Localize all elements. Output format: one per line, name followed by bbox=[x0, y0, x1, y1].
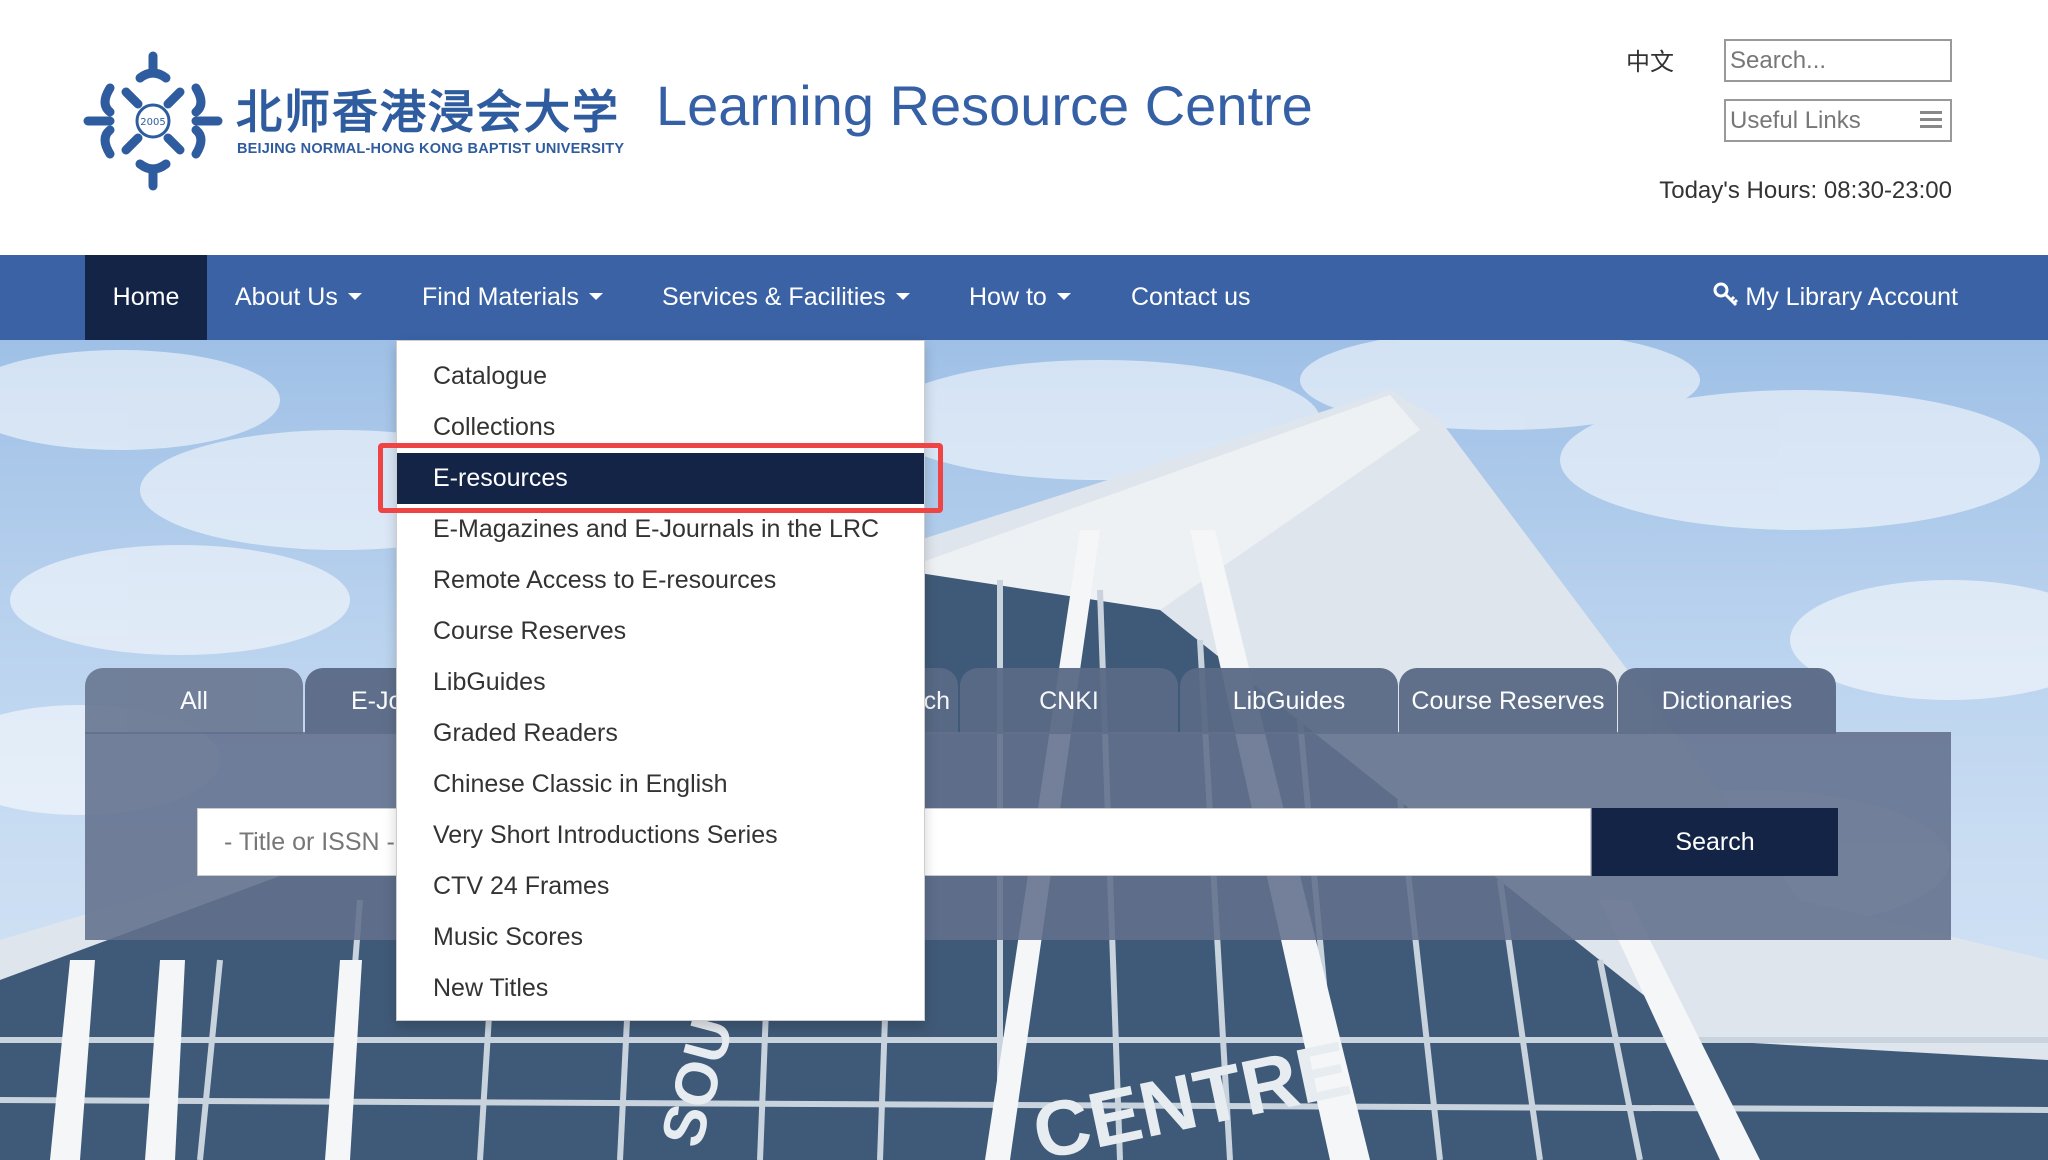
nav-about-label: About Us bbox=[235, 283, 338, 311]
dropdown-item-music-scores[interactable]: Music Scores bbox=[397, 912, 924, 963]
dropdown-item-new-titles[interactable]: New Titles bbox=[397, 963, 924, 1014]
dropdown-item-collections[interactable]: Collections bbox=[397, 402, 924, 453]
nav-find-materials[interactable]: Find Materials bbox=[422, 255, 603, 340]
nav-home[interactable]: Home bbox=[85, 255, 207, 340]
useful-links-select[interactable]: Useful Links bbox=[1724, 99, 1952, 142]
tab-label: All bbox=[180, 687, 208, 715]
search-tab-cnki[interactable]: CNKI bbox=[960, 668, 1178, 734]
logo-english-name[interactable]: BEIJING NORMAL-HONG KONG BAPTIST UNIVERS… bbox=[237, 141, 624, 157]
site-title[interactable]: Learning Resource Centre bbox=[656, 73, 1313, 138]
dropdown-item-ctv-24-frames[interactable]: CTV 24 Frames bbox=[397, 861, 924, 912]
svg-text:2005: 2005 bbox=[140, 117, 165, 128]
nav-about-us[interactable]: About Us bbox=[235, 255, 362, 340]
dropdown-item-remote-access-to-e-resources[interactable]: Remote Access to E-resources bbox=[397, 555, 924, 606]
dropdown-item-course-reserves[interactable]: Course Reserves bbox=[397, 606, 924, 657]
university-logo-icon[interactable]: 2005 bbox=[80, 48, 226, 194]
tab-label: Course Reserves bbox=[1411, 687, 1605, 715]
caret-down-icon bbox=[347, 292, 362, 300]
caret-down-icon bbox=[589, 292, 603, 300]
search-panel: Search bbox=[85, 732, 1951, 940]
dropdown-item-libguides[interactable]: LibGuides bbox=[397, 657, 924, 708]
dropdown-item-e-resources[interactable]: E-resources bbox=[397, 453, 924, 504]
nav-services-facilities[interactable]: Services & Facilities bbox=[662, 255, 910, 340]
site-header: 2005 北师香港浸会大学 BEIJING NORMAL-HONG KONG B… bbox=[0, 0, 2048, 255]
logo-chinese-name[interactable]: 北师香港浸会大学 bbox=[236, 76, 620, 142]
dropdown-item-very-short-introductions-series[interactable]: Very Short Introductions Series bbox=[397, 810, 924, 861]
tab-label: ch bbox=[923, 687, 950, 715]
hamburger-menu-icon bbox=[1920, 111, 1942, 131]
key-icon bbox=[1713, 282, 1739, 307]
nav-howto-label: How to bbox=[969, 283, 1047, 311]
dropdown-item-graded-readers[interactable]: Graded Readers bbox=[397, 708, 924, 759]
useful-links-label: Useful Links bbox=[1730, 107, 1861, 134]
search-tab-course-reserves[interactable]: Course Reserves bbox=[1399, 668, 1617, 734]
my-library-account-link[interactable]: My Library Account bbox=[1713, 255, 1958, 340]
tab-label: Dictionaries bbox=[1661, 687, 1793, 715]
opening-hours-text: Today's Hours: 08:30-23:00 bbox=[1659, 177, 1952, 204]
dropdown-item-chinese-classic-in-english[interactable]: Chinese Classic in English bbox=[397, 759, 924, 810]
search-tab-dictionaries[interactable]: Dictionaries bbox=[1618, 668, 1836, 734]
caret-down-icon bbox=[1056, 292, 1071, 300]
nav-home-label: Home bbox=[112, 283, 180, 311]
language-toggle-link[interactable]: 中文 bbox=[1626, 42, 1674, 77]
nav-services-label: Services & Facilities bbox=[662, 283, 886, 311]
hero-banner: SOUR CENTRE All E-Jo ch CNKI LibGuides C… bbox=[0, 340, 2048, 1160]
site-search-input[interactable] bbox=[1724, 39, 1952, 82]
caret-down-icon bbox=[895, 292, 910, 300]
tab-label: E-Jo bbox=[351, 687, 403, 715]
nav-how-to[interactable]: How to bbox=[969, 255, 1071, 340]
search-tab-all[interactable]: All bbox=[85, 668, 303, 734]
tab-label: LibGuides bbox=[1232, 687, 1346, 715]
main-navbar: Home About Us Find Materials Services & … bbox=[0, 255, 2048, 340]
find-materials-dropdown: Catalogue Collections E-resources E-Magazin… bbox=[396, 340, 925, 1021]
my-library-account-label: My Library Account bbox=[1745, 283, 1958, 311]
dropdown-item-catalogue[interactable]: Catalogue bbox=[397, 351, 924, 402]
nav-contact-label: Contact us bbox=[1131, 283, 1251, 311]
tab-label: CNKI bbox=[1039, 687, 1099, 715]
nav-find-label: Find Materials bbox=[422, 283, 579, 311]
nav-contact-us[interactable]: Contact us bbox=[1131, 255, 1251, 340]
dropdown-item-e-magazines-and-e-journals-in-the-lrc[interactable]: E-Magazines and E-Journals in the LRC bbox=[397, 504, 924, 555]
search-tab-libguides[interactable]: LibGuides bbox=[1180, 668, 1398, 734]
search-button[interactable]: Search bbox=[1592, 808, 1838, 876]
